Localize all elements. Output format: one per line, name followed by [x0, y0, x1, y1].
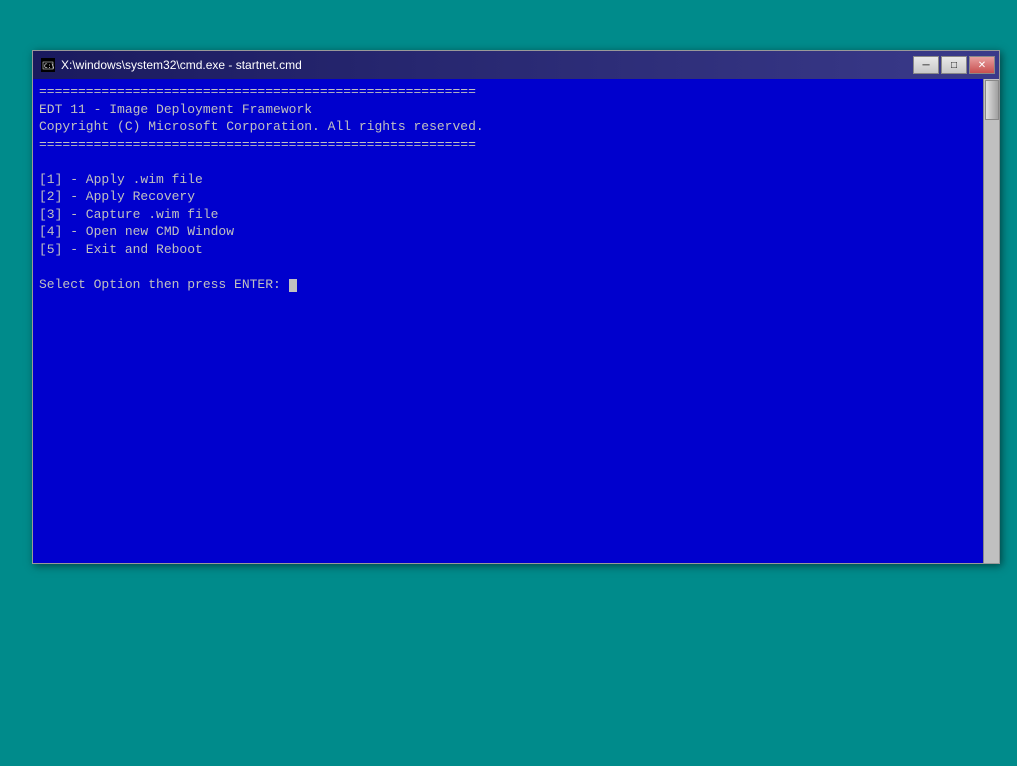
cmd-window-icon: C:\: [41, 58, 55, 72]
title-bar-left: C:\ X:\windows\system32\cmd.exe - startn…: [41, 58, 302, 72]
title-bar: C:\ X:\windows\system32\cmd.exe - startn…: [33, 51, 999, 79]
scrollbar-thumb[interactable]: [985, 80, 999, 120]
restore-button[interactable]: □: [941, 56, 967, 74]
window-title: X:\windows\system32\cmd.exe - startnet.c…: [61, 58, 302, 72]
minimize-button[interactable]: ─: [913, 56, 939, 74]
close-button[interactable]: ✕: [969, 56, 995, 74]
console-output: ========================================…: [39, 83, 993, 294]
svg-text:C:\: C:\: [44, 63, 54, 70]
cursor-blink: [289, 279, 297, 292]
console-body[interactable]: ========================================…: [33, 79, 999, 563]
window-controls[interactable]: ─ □ ✕: [913, 56, 995, 74]
scrollbar[interactable]: [983, 79, 999, 563]
cmd-window[interactable]: C:\ X:\windows\system32\cmd.exe - startn…: [32, 50, 1000, 564]
